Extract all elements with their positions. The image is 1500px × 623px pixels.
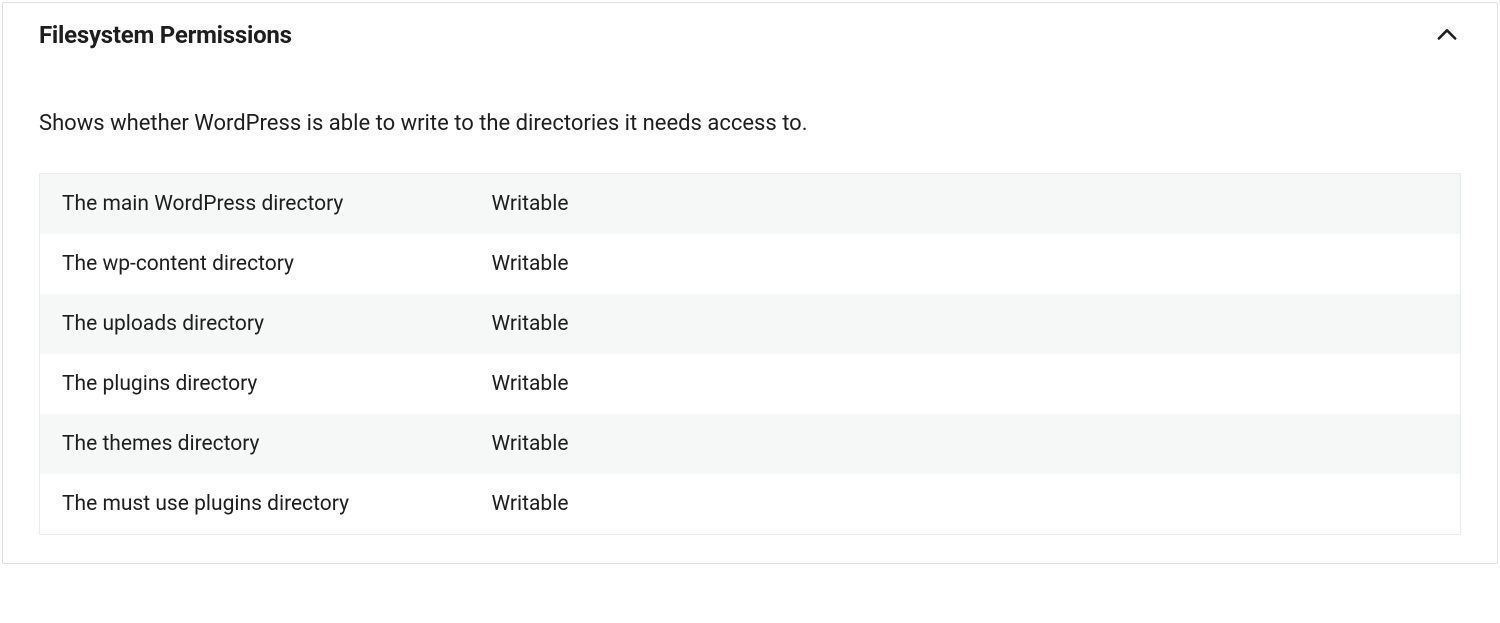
table-row: The uploads directory Writable <box>40 294 1461 354</box>
directory-label: The uploads directory <box>40 294 470 354</box>
table-row: The main WordPress directory Writable <box>40 173 1461 234</box>
permission-value: Writable <box>470 414 1461 474</box>
panel-title: Filesystem Permissions <box>39 21 292 49</box>
permission-value: Writable <box>470 234 1461 294</box>
directory-label: The plugins directory <box>40 354 470 414</box>
directory-label: The themes directory <box>40 414 470 474</box>
permission-value: Writable <box>470 474 1461 535</box>
directory-label: The main WordPress directory <box>40 173 470 234</box>
chevron-up-icon <box>1433 21 1461 49</box>
directory-label: The must use plugins directory <box>40 474 470 535</box>
table-row: The plugins directory Writable <box>40 354 1461 414</box>
table-row: The wp-content directory Writable <box>40 234 1461 294</box>
filesystem-permissions-panel: Filesystem Permissions Shows whether Wor… <box>2 2 1498 564</box>
permissions-table: The main WordPress directory Writable Th… <box>39 173 1461 535</box>
permission-value: Writable <box>470 173 1461 234</box>
panel-description: Shows whether WordPress is able to write… <box>39 109 1461 139</box>
permission-value: Writable <box>470 294 1461 354</box>
panel-header[interactable]: Filesystem Permissions <box>3 3 1497 49</box>
panel-body: Shows whether WordPress is able to write… <box>3 49 1497 563</box>
permission-value: Writable <box>470 354 1461 414</box>
table-row: The themes directory Writable <box>40 414 1461 474</box>
directory-label: The wp-content directory <box>40 234 470 294</box>
table-row: The must use plugins directory Writable <box>40 474 1461 535</box>
